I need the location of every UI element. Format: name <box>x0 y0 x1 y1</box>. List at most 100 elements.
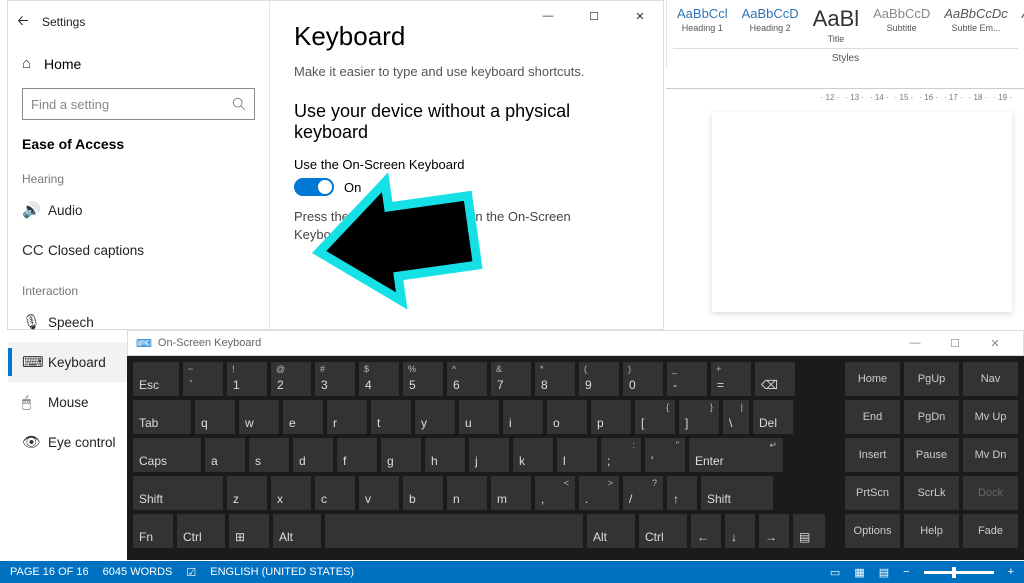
key-dock[interactable]: Dock <box>963 476 1018 510</box>
key-space[interactable] <box>325 514 583 548</box>
key--[interactable]: _- <box>667 362 707 396</box>
status-words[interactable]: 6045 WORDS <box>103 566 173 578</box>
view-web-icon[interactable]: ▤ <box>879 566 889 579</box>
key-insert[interactable]: Insert <box>845 438 900 472</box>
key-Shift[interactable]: Shift <box>133 476 223 510</box>
key-u[interactable]: u <box>459 400 499 434</box>
key-\[interactable]: |\ <box>723 400 749 434</box>
key-`[interactable]: ~` <box>183 362 223 396</box>
key-←[interactable]: ← <box>691 514 721 548</box>
key-end[interactable]: End <box>845 400 900 434</box>
key-help[interactable]: Help <box>904 514 959 548</box>
view-print-icon[interactable]: ▦ <box>854 566 864 579</box>
key-mv-dn[interactable]: Mv Dn <box>963 438 1018 472</box>
key-f[interactable]: f <box>337 438 377 472</box>
key-4[interactable]: $4 <box>359 362 399 396</box>
key-b[interactable]: b <box>403 476 443 510</box>
style-title[interactable]: AaBlTitle <box>809 4 863 46</box>
sidebar-item-audio[interactable]: 🔊Audio <box>8 190 269 230</box>
zoom-out-button[interactable]: − <box>903 566 909 578</box>
key-Tab[interactable]: Tab <box>133 400 191 434</box>
key-p[interactable]: p <box>591 400 631 434</box>
close-button[interactable]: ✕ <box>617 1 663 31</box>
key-Alt[interactable]: Alt <box>273 514 321 548</box>
sidebar-item-closed-captions[interactable]: CCClosed captions <box>8 230 269 270</box>
key-=[interactable]: += <box>711 362 751 396</box>
key-Del[interactable]: Del <box>753 400 793 434</box>
key-→[interactable]: → <box>759 514 789 548</box>
key-/[interactable]: ?/ <box>623 476 663 510</box>
key-.[interactable]: >. <box>579 476 619 510</box>
key-6[interactable]: ^6 <box>447 362 487 396</box>
key-n[interactable]: n <box>447 476 487 510</box>
key-Esc[interactable]: Esc <box>133 362 179 396</box>
key-a[interactable]: a <box>205 438 245 472</box>
key-1[interactable]: !1 <box>227 362 267 396</box>
key-k[interactable]: k <box>513 438 553 472</box>
key-][interactable]: }] <box>679 400 719 434</box>
key-9[interactable]: (9 <box>579 362 619 396</box>
key-Ctrl[interactable]: Ctrl <box>177 514 225 548</box>
key-x[interactable]: x <box>271 476 311 510</box>
key-[[interactable]: {[ <box>635 400 675 434</box>
key-↑[interactable]: ↑ <box>667 476 697 510</box>
key-y[interactable]: y <box>415 400 455 434</box>
search-input[interactable]: Find a setting <box>22 88 255 120</box>
key-scrlk[interactable]: ScrLk <box>904 476 959 510</box>
minimize-button[interactable]: — <box>525 1 571 31</box>
key-Fn[interactable]: Fn <box>133 514 173 548</box>
key-Shift[interactable]: Shift <box>701 476 773 510</box>
key-⊞[interactable]: ⊞ <box>229 514 269 548</box>
key-prtscn[interactable]: PrtScn <box>845 476 900 510</box>
key-'[interactable]: "' <box>645 438 685 472</box>
key-↓[interactable]: ↓ <box>725 514 755 548</box>
style-heading-1[interactable]: AaBbCclHeading 1 <box>673 4 732 46</box>
key-o[interactable]: o <box>547 400 587 434</box>
zoom-slider[interactable] <box>924 571 994 574</box>
view-read-icon[interactable]: ▭ <box>830 566 840 579</box>
key-2[interactable]: @2 <box>271 362 311 396</box>
style-subtitle[interactable]: AaBbCcDSubtitle <box>869 4 934 46</box>
key-e[interactable]: e <box>283 400 323 434</box>
key-j[interactable]: j <box>469 438 509 472</box>
key-home[interactable]: Home <box>845 362 900 396</box>
key-mv-up[interactable]: Mv Up <box>963 400 1018 434</box>
key-fade[interactable]: Fade <box>963 514 1018 548</box>
key-t[interactable]: t <box>371 400 411 434</box>
key-Caps[interactable]: Caps <box>133 438 201 472</box>
key-s[interactable]: s <box>249 438 289 472</box>
key-Enter[interactable]: ↵Enter <box>689 438 783 472</box>
key-8[interactable]: *8 <box>535 362 575 396</box>
key-Ctrl[interactable]: Ctrl <box>639 514 687 548</box>
key-5[interactable]: %5 <box>403 362 443 396</box>
maximize-button[interactable]: ☐ <box>571 1 617 31</box>
style-heading-2[interactable]: AaBbCcDHeading 2 <box>738 4 803 46</box>
key-v[interactable]: v <box>359 476 399 510</box>
key-i[interactable]: i <box>503 400 543 434</box>
key-g[interactable]: g <box>381 438 421 472</box>
status-language[interactable]: ENGLISH (UNITED STATES) <box>210 566 354 578</box>
key-pgdn[interactable]: PgDn <box>904 400 959 434</box>
key-d[interactable]: d <box>293 438 333 472</box>
key-m[interactable]: m <box>491 476 531 510</box>
key-pgup[interactable]: PgUp <box>904 362 959 396</box>
key-;[interactable]: :; <box>601 438 641 472</box>
key-3[interactable]: #3 <box>315 362 355 396</box>
key-options[interactable]: Options <box>845 514 900 548</box>
zoom-in-button[interactable]: + <box>1008 566 1014 578</box>
word-page[interactable] <box>712 112 1012 312</box>
key-7[interactable]: &7 <box>491 362 531 396</box>
key-q[interactable]: q <box>195 400 235 434</box>
back-button[interactable]: 🡠 <box>8 10 38 34</box>
key-h[interactable]: h <box>425 438 465 472</box>
style-subtle-em-[interactable]: AaBbCcDcSubtle Em... <box>940 4 1012 46</box>
osk-minimize-button[interactable]: — <box>895 337 935 349</box>
key-0[interactable]: )0 <box>623 362 663 396</box>
key-r[interactable]: r <box>327 400 367 434</box>
style-emphasis[interactable]: AaBbCcDcEmphasis <box>1018 4 1024 46</box>
key-⌫[interactable]: ⌫ <box>755 362 795 396</box>
key-Alt[interactable]: Alt <box>587 514 635 548</box>
status-proofing-icon[interactable]: ☑ <box>186 566 196 579</box>
osk-maximize-button[interactable]: ☐ <box>935 337 975 350</box>
key-pause[interactable]: Pause <box>904 438 959 472</box>
